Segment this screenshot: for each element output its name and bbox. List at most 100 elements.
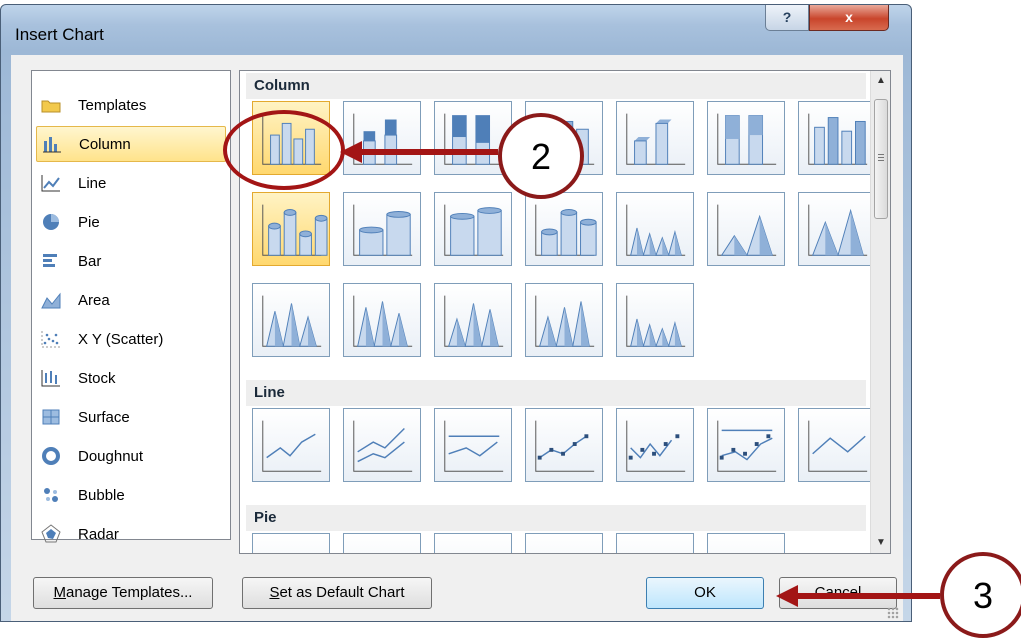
category-doughnut[interactable]: Doughnut bbox=[36, 438, 226, 474]
gallery-scrollbar[interactable]: ▲ ▼ bbox=[870, 71, 890, 553]
category-stock[interactable]: Stock bbox=[36, 360, 226, 396]
section-header-column: Column bbox=[246, 73, 866, 99]
category-line[interactable]: Line bbox=[36, 165, 226, 201]
column-subtype-thumbnail-5[interactable] bbox=[616, 101, 694, 175]
pie-subtype-thumbnail-5[interactable] bbox=[616, 533, 694, 554]
resize-grip-icon[interactable] bbox=[887, 607, 899, 619]
chart-preview-icon bbox=[262, 420, 322, 472]
chart-preview-icon bbox=[353, 113, 413, 165]
chart-preview-icon bbox=[353, 295, 413, 347]
column-subtype-thumbnail-16[interactable] bbox=[343, 283, 421, 357]
line-subtype-thumbnail-4[interactable] bbox=[525, 408, 603, 482]
column-subtype-thumbnail-7[interactable] bbox=[798, 101, 876, 175]
chart-preview-icon bbox=[444, 295, 504, 347]
chart-preview-icon bbox=[617, 534, 693, 554]
column-subtype-thumbnail-15[interactable] bbox=[252, 283, 330, 357]
pie-subtype-thumbnail-2[interactable] bbox=[343, 533, 421, 554]
line-subtype-thumbnail-7[interactable] bbox=[798, 408, 876, 482]
pie-subtype-thumbnail-4[interactable] bbox=[525, 533, 603, 554]
column-subtype-thumbnail-6[interactable] bbox=[707, 101, 785, 175]
scroll-down-arrow-icon[interactable]: ▼ bbox=[871, 533, 890, 553]
insert-chart-dialog: Insert Chart ? x Templates Column Line Pie B… bbox=[0, 4, 912, 622]
category-radar[interactable]: Radar bbox=[36, 516, 226, 552]
bubble-chart-icon bbox=[40, 485, 62, 505]
category-area[interactable]: Area bbox=[36, 282, 226, 318]
set-default-chart-button[interactable]: Set as Default Chart bbox=[242, 577, 432, 609]
column-subtype-thumbnail-9[interactable] bbox=[343, 192, 421, 266]
scroll-thumb[interactable] bbox=[874, 99, 888, 219]
scatter-chart-icon bbox=[40, 329, 62, 349]
category-label: Stock bbox=[78, 369, 116, 387]
manage-templates-button[interactable]: Manage Templates... bbox=[33, 577, 213, 609]
section-header-pie: Pie bbox=[246, 505, 866, 531]
chart-preview-icon bbox=[535, 420, 595, 472]
line-subtype-thumbnail-6[interactable] bbox=[707, 408, 785, 482]
title-bar: Insert Chart ? x bbox=[1, 5, 911, 55]
cancel-button[interactable]: Cancel bbox=[779, 577, 897, 609]
callout-2: 2 bbox=[498, 113, 584, 199]
chart-preview-icon bbox=[626, 420, 686, 472]
category-label: Bar bbox=[78, 252, 102, 270]
chart-preview-icon bbox=[344, 534, 420, 554]
category-column[interactable]: Column bbox=[36, 126, 226, 162]
button-label: anage Templates... bbox=[66, 584, 193, 601]
line-chart-icon bbox=[40, 173, 62, 193]
chart-preview-icon bbox=[626, 113, 686, 165]
radar-chart-icon bbox=[40, 524, 62, 544]
chart-preview-icon bbox=[717, 204, 777, 256]
column-subtype-thumbnail-10[interactable] bbox=[434, 192, 512, 266]
chart-preview-icon bbox=[444, 420, 504, 472]
bar-chart-icon bbox=[40, 251, 62, 271]
line-subtype-thumbnail-2[interactable] bbox=[343, 408, 421, 482]
mnemonic-letter: M bbox=[53, 584, 67, 601]
column-subtype-thumbnail-2[interactable] bbox=[343, 101, 421, 175]
pie-subtype-thumbnail-6[interactable] bbox=[707, 533, 785, 554]
chart-preview-icon bbox=[717, 113, 777, 165]
category-bubble[interactable]: Bubble bbox=[36, 477, 226, 513]
pie-subtype-thumbnail-1[interactable] bbox=[252, 533, 330, 553]
section-header-line: Line bbox=[246, 380, 866, 406]
chart-preview-icon bbox=[708, 534, 784, 554]
help-button[interactable]: ? bbox=[765, 5, 809, 31]
line-subtype-thumbnail-1[interactable] bbox=[252, 408, 330, 482]
category-label: Surface bbox=[78, 408, 130, 426]
column-subtype-thumbnail-11[interactable] bbox=[525, 192, 603, 266]
chart-preview-icon bbox=[262, 204, 328, 256]
column-chart-icon bbox=[41, 134, 63, 154]
chart-preview-icon bbox=[535, 295, 595, 347]
pie-subtype-thumbnail-3[interactable] bbox=[434, 533, 512, 554]
category-label: Doughnut bbox=[78, 447, 144, 465]
stock-chart-icon bbox=[40, 368, 62, 388]
dialog-title: Insert Chart bbox=[15, 25, 104, 44]
column-subtype-thumbnail-8[interactable] bbox=[252, 192, 330, 266]
scroll-up-arrow-icon[interactable]: ▲ bbox=[871, 71, 890, 91]
column-subtype-thumbnail-13[interactable] bbox=[707, 192, 785, 266]
category-surface[interactable]: Surface bbox=[36, 399, 226, 435]
category-label: Bubble bbox=[78, 486, 125, 504]
chart-preview-icon bbox=[435, 534, 511, 554]
column-subtype-thumbnail-14[interactable] bbox=[798, 192, 876, 266]
category-label: Templates bbox=[78, 96, 147, 114]
category-label: X Y (Scatter) bbox=[78, 330, 164, 348]
chart-preview-icon bbox=[626, 295, 686, 347]
chart-preview-icon bbox=[444, 204, 504, 256]
category-templates[interactable]: Templates bbox=[36, 87, 226, 123]
chart-preview-icon bbox=[262, 295, 322, 347]
chart-preview-icon bbox=[526, 534, 602, 554]
line-subtype-thumbnail-3[interactable] bbox=[434, 408, 512, 482]
line-subtype-thumbnail-5[interactable] bbox=[616, 408, 694, 482]
column-subtype-thumbnail-18[interactable] bbox=[525, 283, 603, 357]
column-subtype-thumbnail-19[interactable] bbox=[616, 283, 694, 357]
ok-button[interactable]: OK bbox=[646, 577, 764, 609]
close-button[interactable]: x bbox=[809, 5, 889, 31]
category-label: Radar bbox=[78, 525, 119, 543]
column-subtype-thumbnail-12[interactable] bbox=[616, 192, 694, 266]
callout-3: 3 bbox=[940, 552, 1021, 638]
category-pie[interactable]: Pie bbox=[36, 204, 226, 240]
category-x-y-scatter[interactable]: X Y (Scatter) bbox=[36, 321, 226, 357]
doughnut-chart-icon bbox=[40, 446, 62, 466]
column-subtype-thumbnail-17[interactable] bbox=[434, 283, 512, 357]
chart-preview-icon bbox=[808, 204, 868, 256]
category-bar[interactable]: Bar bbox=[36, 243, 226, 279]
category-label: Line bbox=[78, 174, 107, 192]
